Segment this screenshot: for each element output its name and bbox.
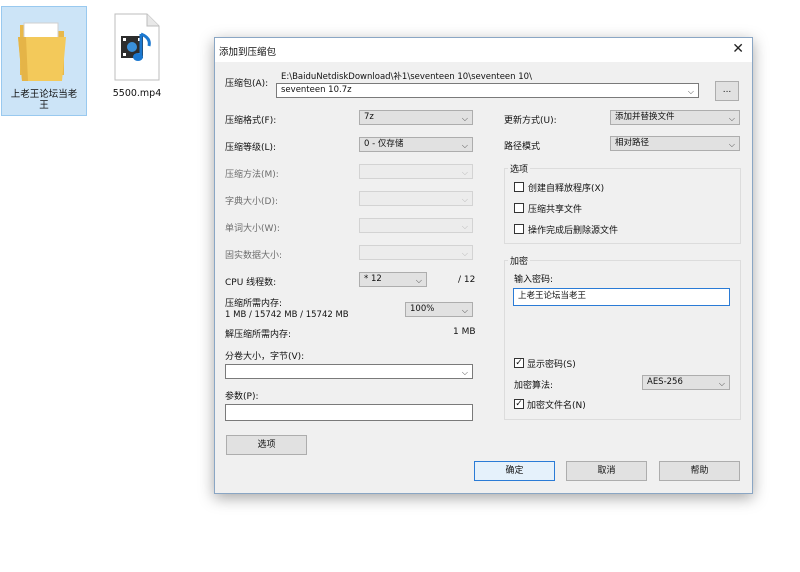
dialog-title: 添加到压缩包 bbox=[219, 47, 277, 58]
params-input[interactable] bbox=[225, 404, 473, 421]
chevron-down-icon: ⌵ bbox=[415, 276, 422, 285]
format-label: 压缩格式(F): bbox=[225, 116, 277, 126]
solid-label: 固实数据大小: bbox=[225, 251, 283, 261]
chevron-down-icon: ⌵ bbox=[461, 141, 468, 150]
video-file-icon bbox=[114, 13, 160, 81]
password-label: 输入密码: bbox=[514, 275, 554, 285]
desktop-folder-item[interactable]: 上老王论坛当老 王 bbox=[1, 6, 87, 116]
archive-path: E:\BaiduNetdiskDownload\补1\seventeen 10\… bbox=[281, 72, 532, 82]
path-mode-value: 相对路径 bbox=[615, 138, 650, 148]
chevron-down-icon: ⌵ bbox=[461, 368, 468, 377]
volume-label: 分卷大小，字节(V): bbox=[225, 352, 305, 362]
chevron-down-icon: ⌵ bbox=[461, 306, 468, 315]
desktop-video-item[interactable]: 5500.mp4 bbox=[95, 6, 179, 102]
chevron-down-icon: ⌵ bbox=[461, 195, 468, 204]
mem-percent-value: 100% bbox=[410, 304, 435, 314]
show-password-checkbox[interactable]: ✓ bbox=[514, 358, 524, 368]
dict-label: 字典大小(D): bbox=[225, 197, 278, 207]
show-password-label[interactable]: 显示密码(S) bbox=[527, 357, 576, 370]
chevron-down-icon: ⌵ bbox=[461, 249, 468, 258]
level-value: 0 - 仅存储 bbox=[364, 139, 404, 149]
browse-button[interactable]: ... bbox=[715, 81, 739, 101]
dict-select: ⌵ bbox=[359, 191, 473, 206]
path-mode-select[interactable]: 相对路径 ⌵ bbox=[610, 136, 740, 151]
encryption-method-select[interactable]: AES-256 ⌵ bbox=[642, 375, 730, 390]
sfx-checkbox[interactable] bbox=[514, 182, 524, 192]
level-label: 压缩等级(L): bbox=[225, 143, 277, 153]
shared-label[interactable]: 压缩共享文件 bbox=[528, 202, 582, 215]
chevron-down-icon: ⌵ bbox=[728, 140, 735, 149]
dialog-titlebar: 添加到压缩包 ✕ bbox=[215, 38, 752, 62]
chevron-down-icon: ⌵ bbox=[461, 114, 468, 123]
update-label: 更新方式(U): bbox=[504, 116, 557, 126]
method-label: 压缩方法(M): bbox=[225, 170, 279, 180]
ok-button[interactable]: 确定 bbox=[474, 461, 555, 481]
cpu-select[interactable]: * 12 ⌵ bbox=[359, 272, 427, 287]
level-select[interactable]: 0 - 仅存储 ⌵ bbox=[359, 137, 473, 152]
mem-compress-label: 压缩所需内存: bbox=[225, 299, 283, 309]
options-button[interactable]: 选项 bbox=[226, 435, 307, 455]
help-button[interactable]: 帮助 bbox=[659, 461, 740, 481]
mem-percent-select[interactable]: 100% ⌵ bbox=[405, 302, 473, 317]
mem-decompress-label: 解压缩所需内存: bbox=[225, 330, 292, 340]
word-select: ⌵ bbox=[359, 218, 473, 233]
format-value: 7z bbox=[364, 112, 374, 122]
cpu-label: CPU 线程数: bbox=[225, 278, 277, 288]
encrypt-names-checkbox[interactable]: ✓ bbox=[514, 399, 524, 409]
cancel-button[interactable]: 取消 bbox=[566, 461, 647, 481]
shared-checkbox[interactable] bbox=[514, 203, 524, 213]
encryption-method-label: 加密算法: bbox=[514, 381, 554, 391]
archive-name-combo[interactable]: seventeen 10.7z ⌵ bbox=[276, 83, 699, 98]
chevron-down-icon: ⌵ bbox=[728, 114, 735, 123]
solid-select: ⌵ bbox=[359, 245, 473, 260]
folder-icon bbox=[18, 22, 66, 81]
cpu-max: / 12 bbox=[458, 275, 476, 285]
encrypt-names-label[interactable]: 加密文件名(N) bbox=[527, 398, 586, 411]
method-select: ⌵ bbox=[359, 164, 473, 179]
delete-checkbox[interactable] bbox=[514, 224, 524, 234]
volume-combo[interactable]: ⌵ bbox=[225, 364, 473, 379]
desktop-video-label: 5500.mp4 bbox=[112, 88, 162, 99]
desktop-folder-label-2: 王 bbox=[39, 100, 49, 111]
desktop-folder-label-1: 上老王论坛当老 bbox=[10, 89, 78, 100]
params-label: 参数(P): bbox=[225, 392, 259, 402]
encryption-method-value: AES-256 bbox=[647, 377, 683, 387]
mem-compress-detail: 1 MB / 15742 MB / 15742 MB bbox=[225, 310, 349, 320]
format-select[interactable]: 7z ⌵ bbox=[359, 110, 473, 125]
delete-label[interactable]: 操作完成后删除源文件 bbox=[528, 223, 618, 236]
mem-decompress-value: 1 MB bbox=[453, 327, 476, 337]
chevron-down-icon[interactable]: ⌵ bbox=[688, 85, 694, 98]
word-label: 单词大小(W): bbox=[225, 224, 280, 234]
chevron-down-icon: ⌵ bbox=[718, 379, 725, 388]
update-value: 添加并替换文件 bbox=[615, 112, 675, 122]
add-to-archive-dialog: 添加到压缩包 ✕ 压缩包(A): E:\BaiduNetdiskDownload… bbox=[214, 37, 753, 494]
sfx-label[interactable]: 创建自释放程序(X) bbox=[528, 181, 604, 194]
update-select[interactable]: 添加并替换文件 ⌵ bbox=[610, 110, 740, 125]
options-group-title: 选项 bbox=[508, 162, 531, 175]
chevron-down-icon: ⌵ bbox=[461, 222, 468, 231]
archive-name-value: seventeen 10.7z bbox=[281, 85, 352, 95]
path-mode-label: 路径模式 bbox=[504, 142, 541, 152]
archive-label: 压缩包(A): bbox=[225, 79, 269, 89]
cpu-value: * 12 bbox=[364, 274, 382, 284]
encryption-group-title: 加密 bbox=[508, 254, 531, 267]
close-icon[interactable]: ✕ bbox=[732, 41, 744, 57]
chevron-down-icon: ⌵ bbox=[461, 168, 468, 177]
password-input[interactable]: 上老王论坛当老王 bbox=[513, 288, 730, 306]
